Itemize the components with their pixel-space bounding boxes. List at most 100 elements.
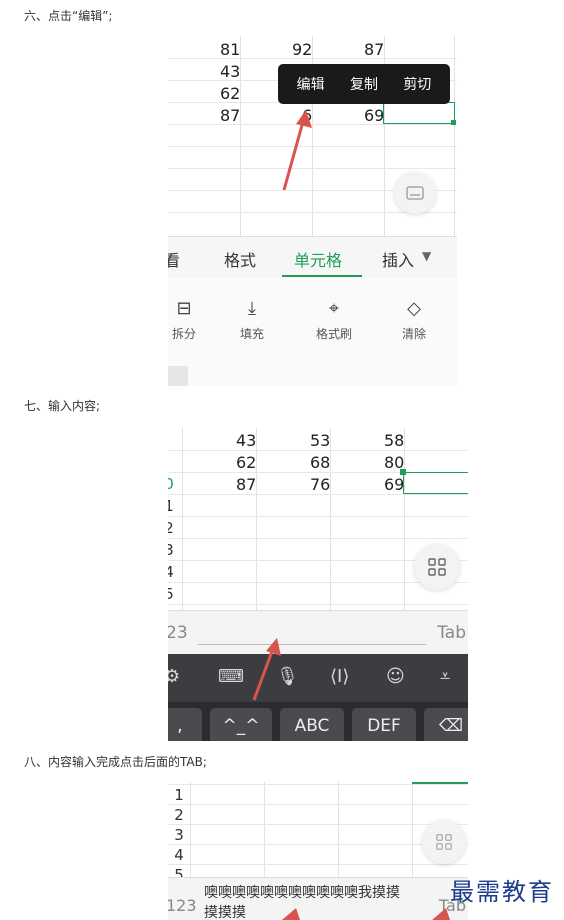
screenshot-tab: 1 2 3 4 5 噢噢噢噢噢噢噢噢噢噢噢我摸摸 摸摸摸 123 Tab — [168, 782, 468, 920]
keyboard-fab[interactable] — [394, 172, 436, 214]
tool-split[interactable]: ⊟ 拆分 — [168, 298, 204, 342]
cell-ref-label: 23 — [168, 623, 188, 643]
row-number: 2 — [168, 519, 174, 537]
grid-line — [412, 782, 413, 877]
tool-label: 拆分 — [171, 327, 196, 341]
cell[interactable]: 69 — [364, 106, 384, 125]
cell-input-bar: 噢噢噢噢噢噢噢噢噢噢噢我摸摸 摸摸摸 123 Tab — [168, 877, 468, 920]
grid-line — [168, 864, 468, 865]
row-number: 2 — [174, 806, 184, 824]
keyboard-icon[interactable]: ⌨ — [218, 666, 244, 687]
tool-label: 填充 — [239, 327, 264, 341]
grid-line — [338, 782, 339, 877]
cell-ref-label: 123 — [168, 896, 197, 915]
cell[interactable]: 43 — [220, 62, 240, 81]
tool-label: 清除 — [401, 327, 426, 341]
context-menu: 编辑 复制 剪切 — [278, 64, 450, 104]
cell[interactable]: 87 — [364, 40, 384, 59]
cell[interactable]: 62 — [236, 453, 256, 472]
tab-insert[interactable]: 插入 — [382, 247, 414, 271]
key-comma[interactable]: , — [168, 708, 202, 741]
grid-icon — [436, 834, 452, 850]
row-number: 1 — [168, 497, 174, 515]
grid-line — [454, 36, 455, 236]
selected-cell[interactable] — [403, 472, 468, 494]
cell[interactable]: 69 — [384, 475, 404, 494]
red-arrow-icon — [252, 638, 281, 701]
grid-line — [168, 494, 468, 495]
tab-cell[interactable]: 单元格 — [294, 247, 342, 271]
cell-input-field[interactable] — [198, 644, 426, 645]
cell[interactable]: 53 — [310, 431, 330, 450]
tool-label: 格式刷 — [315, 327, 352, 341]
grid-line — [168, 450, 468, 451]
tab-view[interactable]: 看 — [168, 247, 180, 271]
key-abc[interactable]: ABC — [280, 708, 344, 741]
input-text-line1[interactable]: 噢噢噢噢噢噢噢噢噢噢噢我摸摸 — [204, 882, 400, 902]
row-number: 0 — [168, 475, 174, 493]
settings-icon[interactable]: ⚙ — [168, 666, 180, 687]
grid-line — [168, 58, 457, 59]
cell[interactable]: 87 — [236, 475, 256, 494]
grid-line — [264, 782, 265, 877]
keyboard-icon — [406, 186, 424, 200]
cell[interactable]: 43 — [236, 431, 256, 450]
grid-menu-fab[interactable] — [422, 820, 466, 864]
step8-caption: 八、内容输入完成点击后面的TAB; — [24, 755, 207, 769]
input-text-line2[interactable]: 摸摸摸 — [204, 902, 246, 920]
key-emoticon[interactable]: ^_^ — [210, 708, 272, 741]
row-number: 1 — [174, 786, 184, 804]
red-arrow-icon — [282, 110, 312, 191]
cell[interactable]: 92 — [292, 40, 312, 59]
menu-item-edit[interactable]: 编辑 — [297, 74, 325, 94]
grid-line — [168, 604, 468, 605]
grid-icon — [428, 558, 446, 576]
cell[interactable]: 87 — [220, 106, 240, 125]
red-arrow-icon — [432, 908, 450, 920]
grid-line — [168, 824, 468, 825]
cell-input-bar: 23 Tab — [168, 610, 468, 654]
step7-caption: 七、输入内容; — [24, 399, 101, 413]
grid-menu-fab[interactable] — [414, 544, 460, 590]
cell[interactable]: 62 — [220, 84, 240, 103]
cell[interactable]: 76 — [310, 475, 330, 494]
tool-fill[interactable]: ⤓ 填充 — [232, 298, 272, 342]
eraser-icon: ◇ — [407, 298, 421, 319]
split-icon: ⊟ — [176, 298, 192, 319]
row-number: 3 — [168, 541, 174, 559]
cell[interactable]: 68 — [310, 453, 330, 472]
key-def[interactable]: DEF — [352, 708, 416, 741]
collapse-keyboard-icon[interactable]: ⩡ — [440, 666, 450, 687]
menu-item-cut[interactable]: 剪切 — [403, 74, 431, 94]
step6-caption: 六、点击“编辑”; — [24, 9, 113, 23]
backspace-icon[interactable]: ⌫ — [424, 708, 468, 741]
row-number: 5 — [168, 585, 174, 603]
chevron-down-icon[interactable]: ▼ — [422, 249, 431, 263]
tool-partial[interactable] — [168, 366, 188, 386]
keyboard-toolbar: ⚙ ⌨ 🎙 ⟨I⟩ ☺ ⩡ — [168, 654, 468, 702]
fill-icon: ⤓ — [248, 298, 256, 319]
cell[interactable]: 81 — [220, 40, 240, 59]
menu-item-copy[interactable]: 复制 — [350, 74, 378, 94]
cursor-icon[interactable]: ⟨I⟩ — [330, 666, 349, 687]
red-arrow-icon — [282, 908, 300, 920]
keyboard-keys: , ^_^ ABC DEF ⌫ — [168, 702, 468, 741]
screenshot-input: 0 1 2 3 4 5 43 53 58 62 68 80 87 76 69 2… — [168, 428, 468, 741]
active-tab-indicator — [282, 275, 362, 277]
grid-line — [190, 782, 191, 877]
tab-button[interactable]: Tab — [437, 623, 466, 643]
selection-handle[interactable] — [400, 469, 406, 475]
tool-panel: ⊟ 拆分 ⤓ 填充 ⌖ 格式刷 ◇ 清除 — [168, 278, 457, 386]
ribbon-tabs: 看 格式 单元格 插入 ▼ — [168, 236, 457, 278]
emoji-icon[interactable]: ☺ — [386, 666, 405, 687]
brush-icon: ⌖ — [328, 298, 340, 319]
grid-line — [168, 804, 468, 805]
selected-cell[interactable] — [412, 782, 468, 784]
tab-format[interactable]: 格式 — [224, 247, 256, 271]
tool-format-painter[interactable]: ⌖ 格式刷 — [310, 298, 358, 342]
cell[interactable]: 58 — [384, 431, 404, 450]
selection-handle[interactable] — [451, 120, 456, 125]
row-number: 4 — [174, 846, 184, 864]
selected-cell[interactable] — [383, 102, 455, 124]
tool-clear[interactable]: ◇ 清除 — [394, 298, 434, 342]
